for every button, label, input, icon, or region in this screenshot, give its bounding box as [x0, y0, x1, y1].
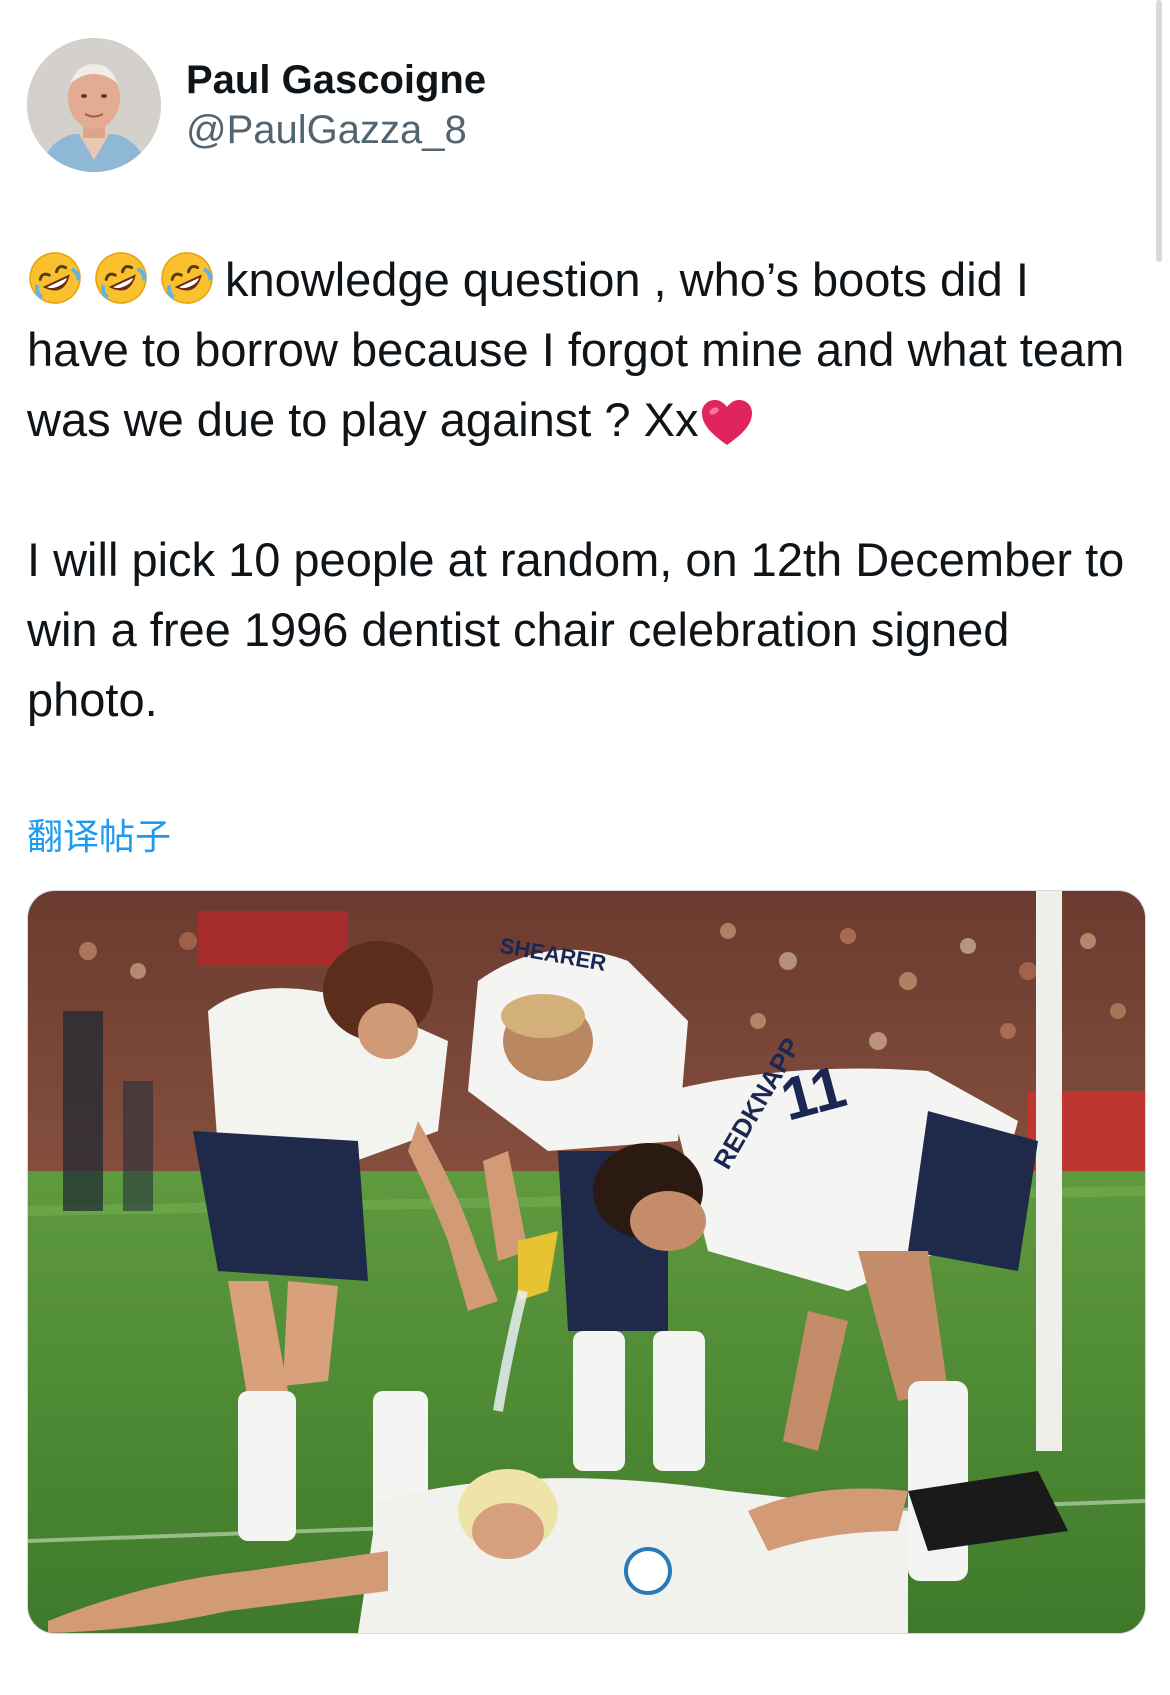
football-celebration-photo: SHEARER REDKNAPP 11	[28, 891, 1145, 1633]
rolling-laughing-emoji-icon	[161, 252, 213, 304]
tweet-header: Paul Gascoigne @PaulGazza_8	[27, 38, 486, 172]
avatar[interactable]	[27, 38, 161, 172]
tweet-paragraph-1: knowledge question , who’s boots did I h…	[27, 245, 1137, 455]
tweet-photo[interactable]: SHEARER REDKNAPP 11	[27, 890, 1146, 1634]
red-heart-icon	[702, 400, 753, 445]
profile-photo-icon	[27, 38, 161, 172]
translate-post-link[interactable]: 翻译帖子	[27, 808, 171, 860]
scrollbar[interactable]	[1156, 0, 1162, 262]
tweet-body: knowledge question , who’s boots did I h…	[27, 245, 1137, 735]
rolling-laughing-emoji-icon	[95, 252, 147, 304]
rolling-laughing-emoji-icon	[29, 252, 81, 304]
tweet-paragraph-2: I will pick 10 people at random, on 12th…	[27, 533, 1125, 726]
author-display-name[interactable]: Paul Gascoigne	[186, 57, 486, 103]
author-handle[interactable]: @PaulGazza_8	[186, 107, 486, 153]
